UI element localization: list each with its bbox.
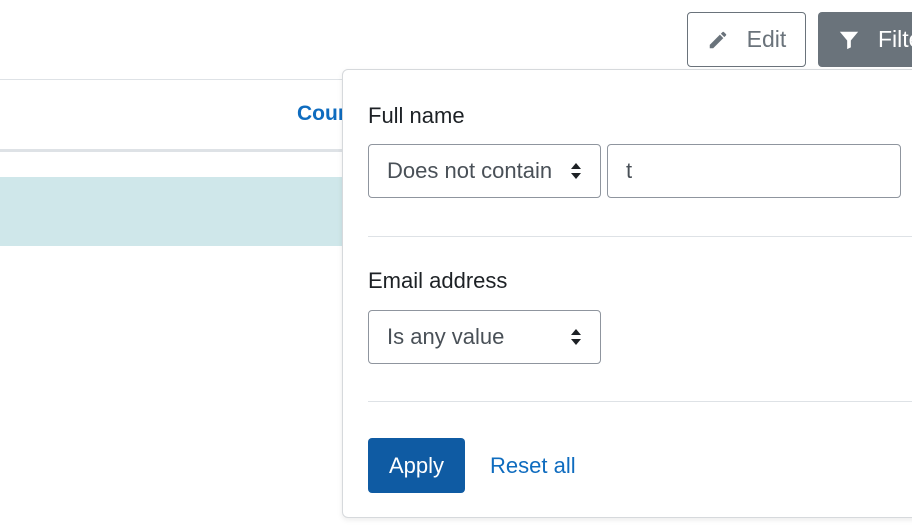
edit-button[interactable]: Edit [687,12,806,67]
full-name-filter-label: Full name [368,103,465,128]
filters-dropdown-panel: Full name Does not contain Email address… [342,69,912,518]
full-name-operator-value: Does not contain [387,158,553,183]
email-operator-select[interactable]: Is any value [368,310,601,364]
email-filter-label: Email address [368,268,508,293]
column-header-course[interactable]: Cour [297,102,343,126]
filters-button[interactable]: Filte [818,12,912,67]
email-operator-value: Is any value [387,324,505,349]
sort-caret-icon [571,163,581,179]
funnel-icon [839,31,859,49]
report-page: Edit Filte Cour Full name Does not conta… [0,0,912,532]
full-name-value-input[interactable] [607,144,901,198]
pencil-icon [709,31,726,48]
table-top-border [0,79,343,80]
edit-button-label: Edit [746,26,787,52]
reset-all-link[interactable]: Reset all [490,453,576,479]
full-name-operator-select[interactable]: Does not contain [368,144,601,198]
apply-button[interactable]: Apply [368,438,465,493]
filters-button-label: Filte [878,26,912,52]
table-row [0,177,343,246]
divider [368,236,912,237]
sort-caret-icon [571,329,581,345]
divider [368,401,912,402]
table-header-border [0,149,343,152]
